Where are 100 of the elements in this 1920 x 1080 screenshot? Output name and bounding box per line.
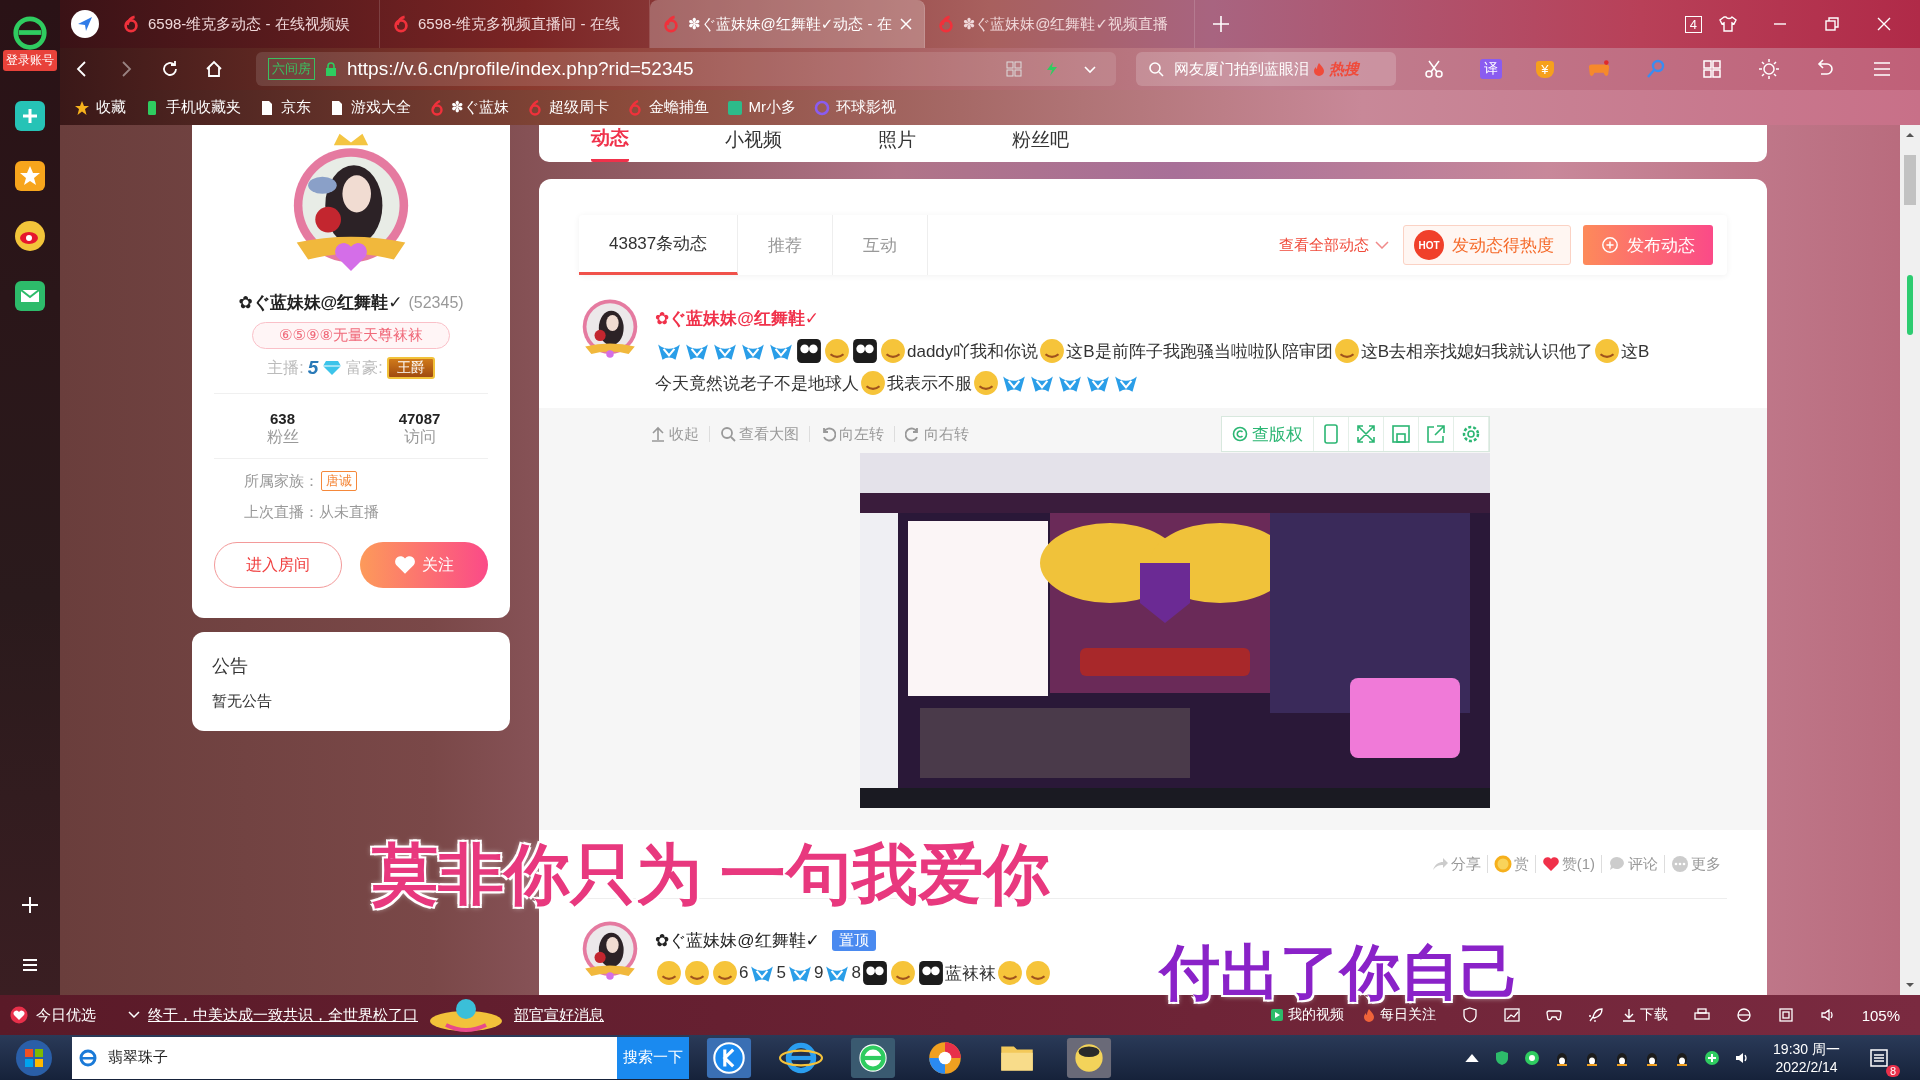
post-text: 5 <box>776 963 786 983</box>
tool-icon <box>820 426 836 442</box>
bookmark-item[interactable]: Mr小多 <box>726 98 797 117</box>
feed-tab[interactable]: 互动 <box>833 215 929 275</box>
bookmark-item[interactable]: 京东 <box>259 98 311 117</box>
bookmark-item[interactable]: 收藏 <box>74 98 126 117</box>
search-icon <box>1148 61 1164 77</box>
add-icon[interactable] <box>20 895 40 915</box>
sticker-icon <box>852 338 878 364</box>
emoji-icon <box>889 960 916 986</box>
news-headline[interactable]: 部官宣好消息 <box>514 1005 604 1025</box>
shield-icon[interactable] <box>1461 1007 1478 1023</box>
notification-badge: 8 <box>1885 1064 1900 1077</box>
post-action[interactable]: 更多 <box>1664 855 1727 873</box>
volume-icon[interactable] <box>1819 1007 1836 1023</box>
site-logo-icon <box>936 15 955 33</box>
post-text: 这B是前阵子我跑骚当啦啦队陪审团 <box>1066 340 1333 363</box>
nav-tab[interactable]: 动态 <box>591 125 629 162</box>
taskbar-search-field[interactable]: 翡翠珠子 <box>72 1036 617 1079</box>
daily-follow-button[interactable]: 每日关注 <box>1361 1006 1436 1024</box>
notification-icon[interactable] <box>1869 1047 1889 1068</box>
search-button[interactable]: 搜索一下 <box>617 1036 689 1079</box>
image-tool[interactable]: 收起 <box>650 426 710 442</box>
author-name[interactable]: ✿ぐ蓝妹妹@红舞鞋✓ <box>655 929 820 952</box>
post-action[interactable]: 赏 <box>1486 855 1535 873</box>
filter-link[interactable]: 查看全部动态 <box>1279 235 1369 255</box>
notice-title: 公告 <box>212 655 249 678</box>
start-button[interactable] <box>14 1037 54 1078</box>
scrollbar[interactable] <box>1900 125 1920 995</box>
action-icon <box>1671 855 1689 873</box>
home-icon[interactable] <box>204 59 224 79</box>
author-name[interactable]: ✿ぐ蓝妹妹@红舞鞋✓ <box>655 307 820 330</box>
restore-icon[interactable] <box>1822 14 1842 34</box>
post-action[interactable]: 评论 <box>1601 855 1664 873</box>
bookmark-item[interactable]: 超级周卡 <box>526 98 609 117</box>
site-logo-icon <box>662 15 680 33</box>
emoji-icon <box>1333 338 1360 364</box>
stat-value: 638 <box>270 410 295 427</box>
post-action[interactable]: 分享 <box>1424 855 1487 873</box>
emoji-icon <box>1039 338 1066 364</box>
zoom-level[interactable]: 105% <box>1861 1006 1900 1024</box>
browser-logo-icon[interactable] <box>11 14 49 52</box>
post-text: 6 <box>739 963 749 983</box>
window-icon[interactable] <box>1777 1007 1794 1023</box>
wealth-badge: 王爵 <box>386 357 435 379</box>
browser-tab[interactable]: ✽ぐ蓝妹妹@红舞鞋✓动态 - 在 <box>650 0 925 48</box>
reload-icon[interactable] <box>160 59 180 79</box>
close-tab-icon[interactable] <box>899 18 912 30</box>
bookmark-item[interactable]: 金蟾捕鱼 <box>626 98 709 117</box>
bookmark-icon <box>429 99 445 116</box>
bookmark-item[interactable]: 环球影视 <box>814 98 897 117</box>
page-marker <box>1907 275 1913 335</box>
nav-tab[interactable]: 小视频 <box>725 126 782 161</box>
chart-icon[interactable] <box>1503 1007 1520 1023</box>
bookmark-item[interactable]: 游戏大全 <box>329 98 411 117</box>
scrollbar-thumb[interactable] <box>1904 155 1916 205</box>
download-button[interactable]: 下载 <box>1621 1006 1668 1024</box>
scissors-icon[interactable] <box>1423 59 1446 79</box>
news-label[interactable]: 今日优选 <box>36 1005 96 1025</box>
navigation-icon[interactable] <box>70 9 100 39</box>
follow-button[interactable]: 关注 <box>360 542 488 588</box>
weibo-icon[interactable] <box>15 221 45 251</box>
search-text: 翡翠珠子 <box>108 1048 168 1067</box>
clock-date[interactable]: 2022/2/14 <box>1775 1058 1838 1075</box>
add-icon[interactable] <box>1704 1049 1721 1066</box>
window-count[interactable]: 4 <box>1684 15 1702 33</box>
post-text: 9 <box>813 963 824 983</box>
hot-button[interactable]: HOT 发动态得热度 <box>1403 225 1571 265</box>
publish-button[interactable]: 发布动态 <box>1583 225 1713 265</box>
brightness-icon[interactable] <box>1757 59 1780 79</box>
nav-tab[interactable]: 粉丝吧 <box>1012 126 1069 161</box>
post-action[interactable]: 赞(1) <box>1534 855 1601 873</box>
sticker-icon <box>796 338 822 364</box>
wealth-label: 富豪: <box>346 357 383 378</box>
printer-icon[interactable] <box>1693 1007 1710 1023</box>
shirt-icon[interactable] <box>1718 14 1738 34</box>
translate-button[interactable]: 译 <box>1479 59 1502 79</box>
enter-room-button[interactable]: 进入房间 <box>214 542 342 588</box>
grid-icon[interactable] <box>1701 59 1724 79</box>
flame-icon <box>1361 1008 1376 1022</box>
clock-time[interactable]: 19:30 周一 <box>1773 1040 1840 1059</box>
feed-tab[interactable]: 43837条动态 <box>579 215 739 275</box>
bookmark-item[interactable]: ✽ぐ蓝妹 <box>429 98 509 117</box>
stat-label: 访问 <box>403 427 436 447</box>
post-text: 这B去相亲找媳妇我就认识他了 <box>1360 340 1593 363</box>
my-videos-button[interactable]: 我的视频 <box>1269 1006 1344 1024</box>
bookmark-item[interactable]: 手机收藏夹 <box>144 98 241 117</box>
add-icon <box>1601 236 1619 254</box>
news-headline[interactable]: 终于，中美达成一致共识，全世界松了口 <box>148 1005 418 1025</box>
diamond-icon <box>322 360 343 376</box>
scroll-down-icon[interactable] <box>1905 982 1915 988</box>
anchor-level: 5 <box>307 357 319 379</box>
mail-icon[interactable] <box>15 281 45 311</box>
new-tab-icon[interactable] <box>1210 14 1231 34</box>
shield-icon[interactable] <box>1494 1049 1511 1066</box>
login-badge[interactable]: 登录账号 <box>3 50 57 71</box>
scroll-up-icon[interactable] <box>1905 132 1915 138</box>
nav-tab[interactable]: 照片 <box>878 126 916 161</box>
feed-tab[interactable]: 推荐 <box>738 215 834 275</box>
app-icon[interactable] <box>15 101 45 131</box>
